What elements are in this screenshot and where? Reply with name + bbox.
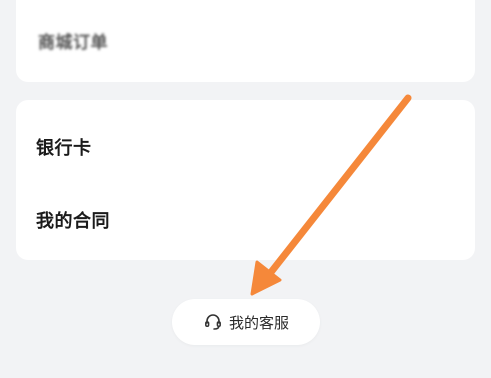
menu-card-top: 商城订单 bbox=[16, 0, 475, 82]
menu-item-bank-card[interactable]: 银行卡 bbox=[36, 134, 92, 160]
customer-service-button[interactable]: 我的客服 bbox=[172, 299, 320, 345]
customer-service-label: 我的客服 bbox=[228, 313, 289, 332]
annotation-arrow-head bbox=[250, 260, 282, 296]
menu-card-accounts: 银行卡 我的合同 bbox=[16, 100, 475, 260]
menu-item-mall-orders[interactable]: 商城订单 bbox=[38, 28, 108, 53]
headset-icon bbox=[203, 312, 223, 332]
menu-item-my-contract[interactable]: 我的合同 bbox=[36, 207, 110, 233]
